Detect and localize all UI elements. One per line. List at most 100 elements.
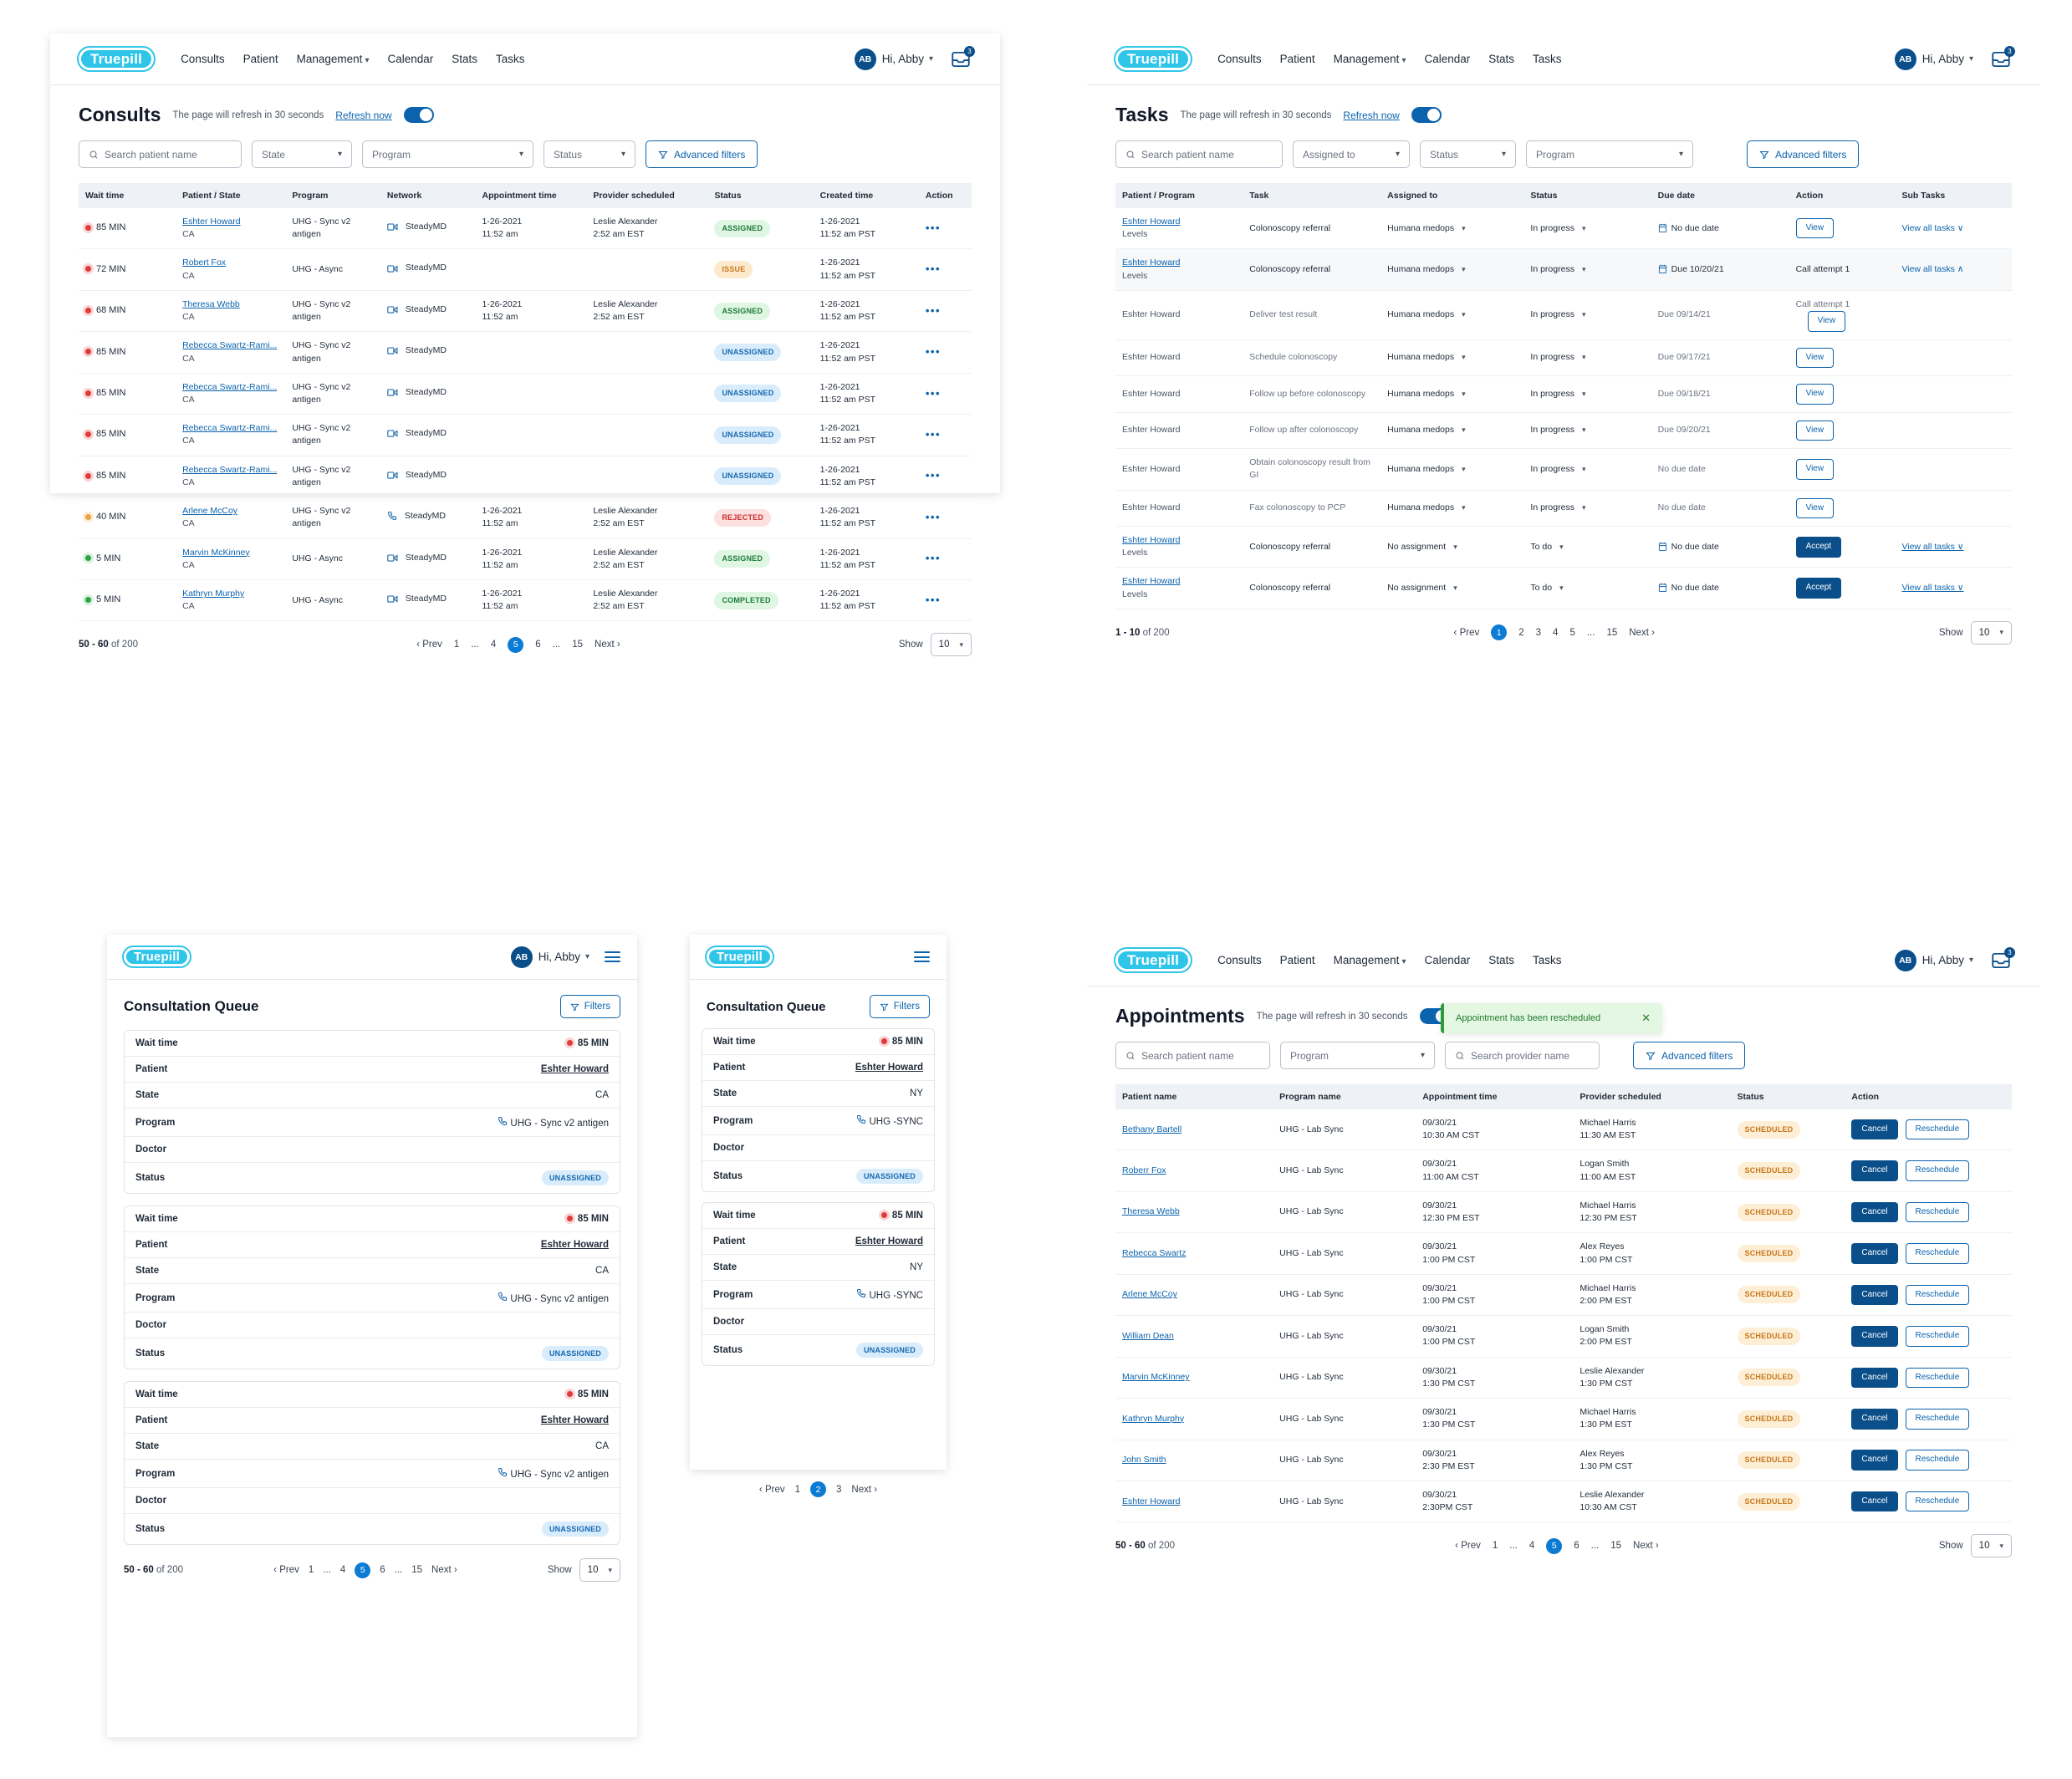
- truepill-logo[interactable]: Truepill: [79, 48, 155, 70]
- page-button-5[interactable]: 5: [508, 636, 524, 653]
- prev-page-button[interactable]: ‹ Prev: [273, 1565, 299, 1575]
- page-button-5[interactable]: 5: [1546, 1537, 1563, 1554]
- view-button[interactable]: View: [1795, 459, 1835, 480]
- row-actions-menu-icon[interactable]: •••: [926, 222, 941, 234]
- view-all-tasks-toggle[interactable]: View all tasks ∧: [1901, 264, 1963, 274]
- prev-page-button[interactable]: ‹ Prev: [1455, 1541, 1481, 1551]
- patient-link[interactable]: Rebecca Swartz-Rami...: [182, 382, 277, 392]
- cancel-button[interactable]: Cancel: [1851, 1409, 1898, 1430]
- reschedule-button[interactable]: Reschedule: [1905, 1409, 1970, 1430]
- view-all-tasks-toggle[interactable]: View all tasks ∨: [1901, 542, 1963, 552]
- reschedule-button[interactable]: Reschedule: [1905, 1243, 1970, 1264]
- cancel-button[interactable]: Cancel: [1851, 1119, 1898, 1140]
- cancel-button[interactable]: Cancel: [1851, 1243, 1898, 1264]
- filters-button[interactable]: Filters: [869, 995, 930, 1018]
- patient-link[interactable]: Rebecca Swartz-Rami...: [182, 340, 277, 350]
- status-select[interactable]: To do ▾: [1530, 582, 1563, 594]
- page-button-15[interactable]: 15: [572, 640, 583, 650]
- cancel-button[interactable]: Cancel: [1851, 1367, 1898, 1389]
- rows-per-page-select[interactable]: 10 ▾: [579, 1558, 620, 1582]
- assigned-to-select[interactable]: Humana medops ▾: [1387, 424, 1466, 436]
- page-button-3[interactable]: 3: [836, 1485, 841, 1495]
- nav-link-stats[interactable]: Stats: [1488, 53, 1514, 65]
- status-select[interactable]: In progress ▾: [1530, 263, 1585, 276]
- assigned-to-select[interactable]: Humana medops ▾: [1387, 388, 1466, 400]
- prev-page-button[interactable]: ‹ Prev: [759, 1485, 785, 1495]
- patient-link[interactable]: Eshter Howard: [1122, 217, 1180, 227]
- rows-per-page-select[interactable]: 10 ▾: [930, 633, 972, 657]
- search-provider-input[interactable]: Search provider name: [1445, 1042, 1600, 1069]
- table-row[interactable]: Eshter Howard Levels Colonoscopy referral H…: [1115, 208, 2012, 250]
- status-filter-select[interactable]: Status ▾: [544, 140, 635, 168]
- patient-link[interactable]: Eshter Howard: [855, 1063, 923, 1073]
- hamburger-menu-icon[interactable]: [605, 951, 620, 962]
- truepill-logo[interactable]: Truepill: [124, 947, 190, 966]
- view-all-tasks-toggle[interactable]: View all tasks ∨: [1901, 223, 1963, 233]
- nav-link-management[interactable]: Management ▾: [1334, 954, 1406, 966]
- table-row[interactable]: 85 MIN Rebecca Swartz-Rami... CA UHG - Sync…: [79, 456, 972, 498]
- rows-per-page-select[interactable]: 10 ▾: [1970, 620, 2012, 645]
- table-row[interactable]: 72 MIN Robert Fox CA UHG - Async SteadyMD ISS…: [79, 248, 972, 291]
- cancel-button[interactable]: Cancel: [1851, 1284, 1898, 1306]
- table-row[interactable]: 85 MIN Rebecca Swartz-Rami... CA UHG - Sync…: [79, 331, 972, 374]
- advanced-filters-button[interactable]: Advanced filters: [646, 140, 758, 168]
- table-row[interactable]: Kathryn Murphy UHG - Lab Sync 09/30/21 1:30…: [1115, 1398, 2012, 1440]
- assigned-to-select[interactable]: Humana medops ▾: [1387, 308, 1466, 321]
- page-button-1[interactable]: 1: [1493, 1541, 1498, 1551]
- user-menu[interactable]: AB Hi, Abby ▾: [1894, 48, 1973, 70]
- nav-link-patient[interactable]: Patient: [1280, 53, 1315, 65]
- row-actions-menu-icon[interactable]: •••: [926, 304, 941, 317]
- patient-link[interactable]: Eshter Howard: [855, 1236, 923, 1246]
- notifications-button[interactable]: 3: [1990, 45, 2015, 70]
- patient-link[interactable]: Kathryn Murphy: [182, 589, 244, 599]
- page-button-4[interactable]: 4: [1529, 1541, 1534, 1551]
- consult-card[interactable]: Wait time 85 MIN Patient Eshter Howard State…: [124, 1206, 620, 1369]
- next-page-button[interactable]: Next ›: [1633, 1541, 1659, 1551]
- nav-link-consults[interactable]: Consults: [181, 53, 225, 65]
- reschedule-button[interactable]: Reschedule: [1905, 1119, 1970, 1140]
- page-button-5[interactable]: 5: [355, 1562, 371, 1578]
- assigned-to-filter-select[interactable]: Assigned to ▾: [1293, 140, 1410, 168]
- page-button-4[interactable]: 4: [491, 640, 496, 650]
- assigned-to-select[interactable]: Humana medops ▾: [1387, 502, 1466, 514]
- table-row[interactable]: 85 MIN Rebecca Swartz-Rami... CA UHG - Sync…: [79, 414, 972, 456]
- row-actions-menu-icon[interactable]: •••: [926, 594, 941, 606]
- advanced-filters-button[interactable]: Advanced filters: [1747, 140, 1860, 168]
- patient-link[interactable]: Eshter Howard: [1122, 576, 1180, 586]
- page-button-1[interactable]: 1: [1491, 624, 1508, 641]
- patient-link[interactable]: Marvin McKinney: [1122, 1372, 1190, 1382]
- status-select[interactable]: To do ▾: [1530, 541, 1563, 553]
- search-patient-input[interactable]: Search patient name: [79, 140, 242, 168]
- row-actions-menu-icon[interactable]: •••: [926, 469, 941, 482]
- next-page-button[interactable]: Next ›: [1629, 628, 1655, 638]
- truepill-logo[interactable]: Truepill: [707, 947, 773, 966]
- view-button[interactable]: View: [1795, 384, 1835, 405]
- assigned-to-select[interactable]: No assignment ▾: [1387, 582, 1457, 594]
- view-button[interactable]: View: [1795, 420, 1835, 441]
- status-select[interactable]: In progress ▾: [1530, 351, 1585, 364]
- patient-link[interactable]: Robert Fox: [182, 257, 226, 268]
- row-actions-menu-icon[interactable]: •••: [926, 428, 941, 441]
- table-row[interactable]: 68 MIN Theresa Webb CA UHG - Sync v2 antige…: [79, 290, 972, 333]
- status-select[interactable]: In progress ▾: [1530, 308, 1585, 321]
- page-button-2[interactable]: 2: [810, 1481, 826, 1497]
- user-menu[interactable]: AB Hi, Abby ▾: [1894, 949, 1973, 971]
- assigned-to-select[interactable]: Humana medops ▾: [1387, 351, 1466, 364]
- accept-button[interactable]: Accept: [1795, 578, 1842, 599]
- page-button-6[interactable]: 6: [380, 1565, 385, 1575]
- patient-link[interactable]: Theresa Webb: [182, 299, 240, 309]
- consult-card[interactable]: Wait time 85 MIN Patient Eshter Howard State…: [702, 1202, 935, 1366]
- next-page-button[interactable]: Next ›: [595, 640, 620, 650]
- view-button[interactable]: View: [1807, 311, 1846, 332]
- auto-refresh-toggle[interactable]: [403, 107, 434, 123]
- patient-link[interactable]: Rebecca Swartz: [1122, 1248, 1186, 1258]
- rows-per-page-select[interactable]: 10 ▾: [1970, 1534, 2012, 1558]
- reschedule-button[interactable]: Reschedule: [1905, 1491, 1970, 1512]
- row-actions-menu-icon[interactable]: •••: [926, 345, 941, 358]
- nav-link-consults[interactable]: Consults: [1217, 53, 1262, 65]
- patient-link[interactable]: William Dean: [1122, 1331, 1174, 1341]
- nav-link-patient[interactable]: Patient: [243, 53, 278, 65]
- reschedule-button[interactable]: Reschedule: [1905, 1160, 1970, 1181]
- page-button-6[interactable]: 6: [1574, 1541, 1579, 1551]
- nav-link-calendar[interactable]: Calendar: [387, 53, 433, 65]
